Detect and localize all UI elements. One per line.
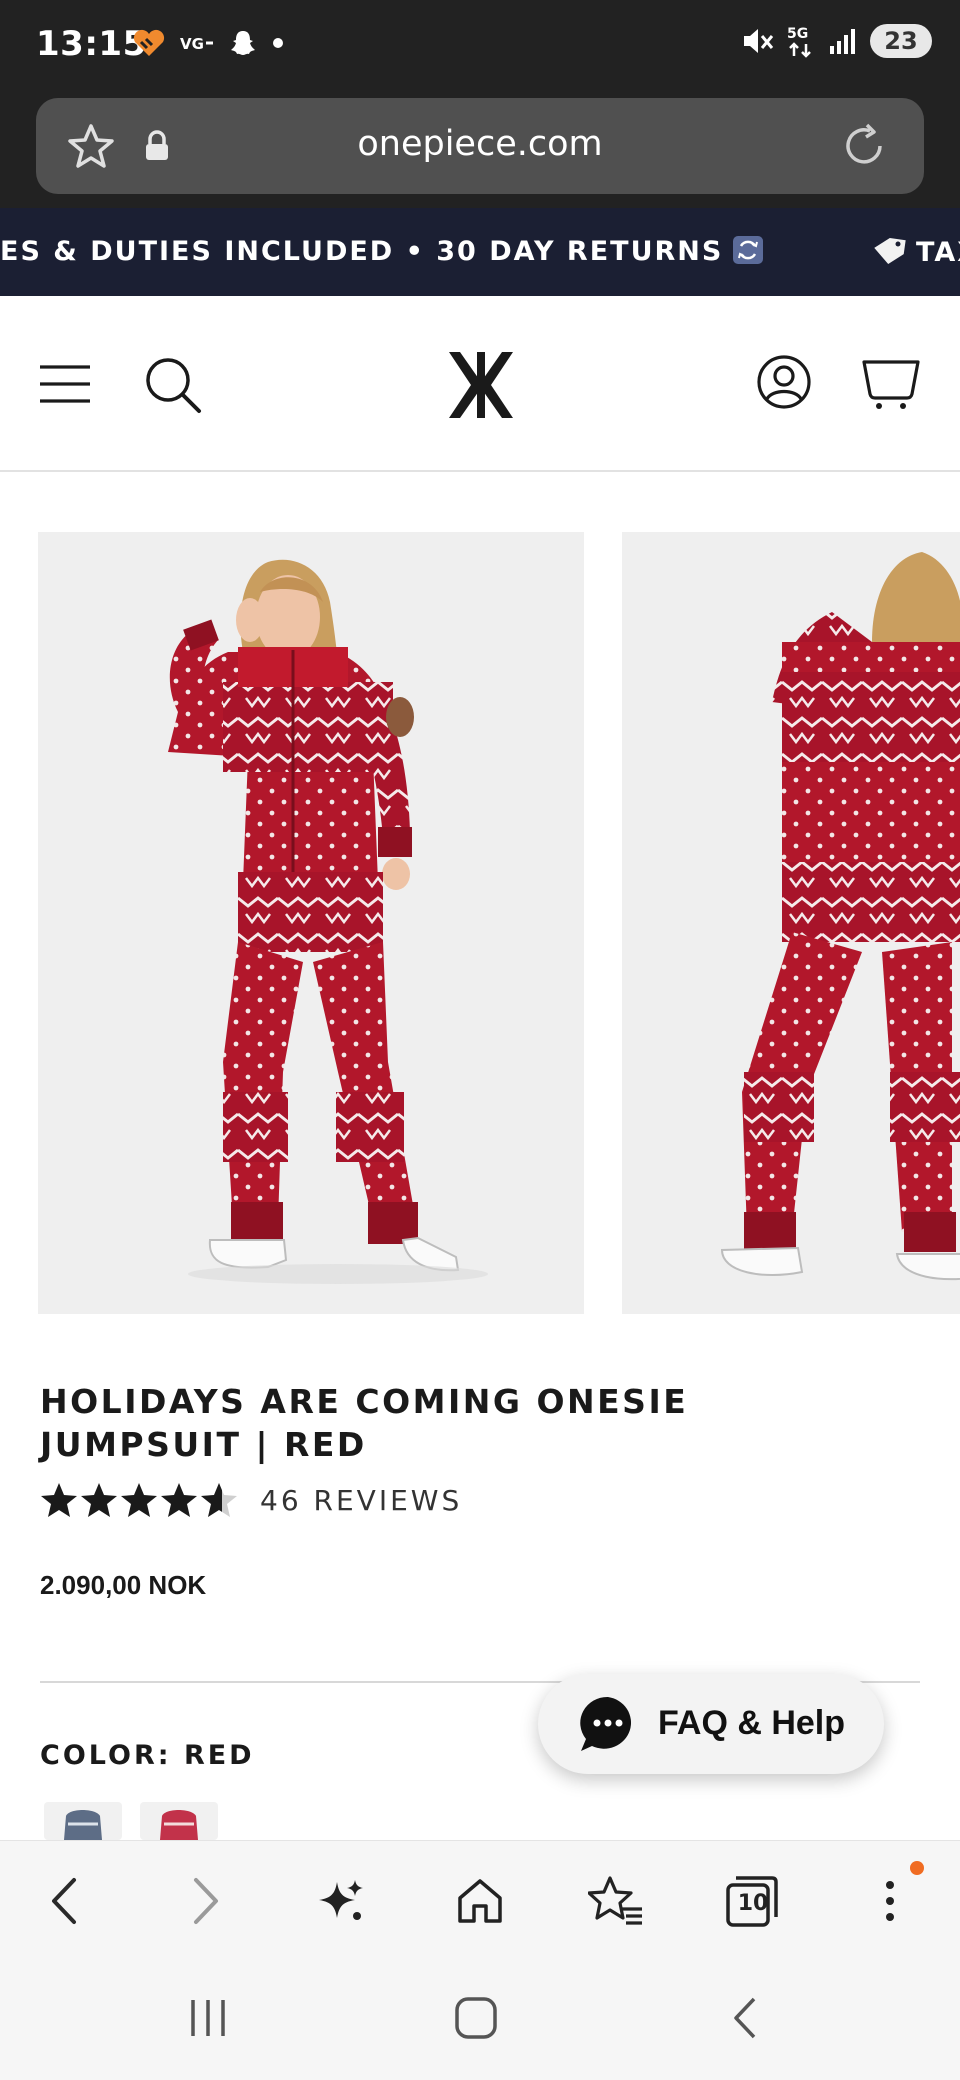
notification-dot bbox=[910, 1861, 924, 1875]
mute-icon bbox=[744, 29, 774, 53]
back-nav-icon[interactable] bbox=[728, 1996, 762, 2040]
product-image-back[interactable] bbox=[622, 532, 960, 1314]
faq-help-button[interactable]: FAQ & Help bbox=[538, 1674, 884, 1774]
product-price: 2.090,00 NOK bbox=[40, 1570, 207, 1600]
svg-text:VG: VG bbox=[180, 35, 204, 53]
star-full-icon bbox=[161, 1483, 197, 1517]
announcement-text-next: TAX bbox=[872, 236, 960, 268]
assistant-button[interactable] bbox=[310, 1869, 374, 1933]
tag-icon bbox=[874, 237, 906, 265]
search-icon[interactable] bbox=[144, 356, 202, 414]
home-nav-icon[interactable] bbox=[454, 1996, 498, 2040]
rating-stars bbox=[40, 1482, 238, 1518]
svg-text:5G: 5G bbox=[787, 26, 808, 42]
browser-toolbar: 10 bbox=[0, 1840, 960, 1960]
reload-icon[interactable] bbox=[840, 122, 888, 170]
logo-icon[interactable] bbox=[446, 350, 516, 420]
snapchat-icon bbox=[231, 31, 255, 55]
announcement-message: ES & DUTIES INCLUDED • 30 DAY RETURNS bbox=[0, 236, 724, 267]
star-full-icon bbox=[41, 1483, 77, 1517]
more-icon bbox=[886, 1881, 894, 1921]
battery-level: 23 bbox=[884, 27, 918, 55]
color-swatch-red[interactable] bbox=[140, 1802, 218, 1840]
star-full-icon bbox=[121, 1483, 157, 1517]
announcement-bar: ES & DUTIES INCLUDED • 30 DAY RETURNS TA… bbox=[0, 208, 960, 296]
color-swatch-blue[interactable] bbox=[44, 1802, 122, 1840]
returns-icon bbox=[733, 236, 764, 264]
faq-label[interactable]: FAQ & Help bbox=[658, 1704, 845, 1743]
battery-icon: 23 bbox=[870, 24, 932, 58]
forward-icon bbox=[194, 1878, 218, 1924]
address-bar[interactable]: onepiece.com bbox=[36, 98, 924, 194]
cart-icon[interactable] bbox=[862, 356, 920, 412]
site-header bbox=[0, 296, 960, 472]
status-right-icons: 5G 23 bbox=[740, 24, 932, 58]
star-half-icon bbox=[201, 1483, 237, 1517]
reviews-count[interactable]: 46 REVIEWS bbox=[260, 1484, 462, 1517]
tabs-count: 10 bbox=[737, 1891, 769, 1916]
browser-bar: onepiece.com bbox=[0, 90, 960, 208]
status-bar: 13:15 VG 5G 23 bbox=[0, 0, 960, 90]
status-left-icons: VG bbox=[132, 28, 284, 58]
account-icon[interactable] bbox=[756, 354, 812, 410]
tabs-button[interactable]: 10 bbox=[720, 1869, 784, 1933]
back-icon bbox=[52, 1878, 76, 1924]
product-gallery[interactable] bbox=[0, 472, 960, 1368]
home-icon bbox=[458, 1879, 502, 1923]
announcement-next-message: TAX bbox=[916, 237, 960, 268]
product-title: HOLIDAYS ARE COMING ONESIE JUMPSUIT | RE… bbox=[40, 1382, 689, 1464]
system-nav-bar bbox=[0, 1960, 960, 2080]
chat-bubble-icon bbox=[580, 1696, 632, 1751]
sparkle-icon bbox=[319, 1880, 363, 1920]
forward-button[interactable] bbox=[172, 1869, 236, 1933]
recents-icon[interactable] bbox=[188, 1996, 228, 2040]
menu-icon[interactable] bbox=[40, 364, 90, 404]
back-button[interactable] bbox=[34, 1869, 98, 1933]
star-full-icon bbox=[81, 1483, 117, 1517]
product-image-front[interactable] bbox=[38, 532, 584, 1314]
home-button[interactable] bbox=[448, 1869, 512, 1933]
color-label: COLOR: RED bbox=[40, 1740, 255, 1771]
vg-icon: VG bbox=[180, 35, 213, 53]
more-button[interactable] bbox=[858, 1861, 924, 1933]
dot-icon bbox=[273, 38, 283, 48]
bookmarks-button[interactable] bbox=[584, 1869, 648, 1933]
status-time: 13:15 bbox=[36, 24, 147, 64]
product-rating[interactable]: 46 REVIEWS bbox=[40, 1482, 462, 1518]
5g-icon: 5G bbox=[787, 26, 811, 58]
heart-icon bbox=[133, 29, 165, 56]
announcement-text: ES & DUTIES INCLUDED • 30 DAY RETURNS bbox=[0, 236, 764, 267]
signal-icon bbox=[830, 29, 855, 54]
url-text[interactable]: onepiece.com bbox=[36, 124, 924, 164]
bookmarks-icon bbox=[588, 1876, 642, 1925]
